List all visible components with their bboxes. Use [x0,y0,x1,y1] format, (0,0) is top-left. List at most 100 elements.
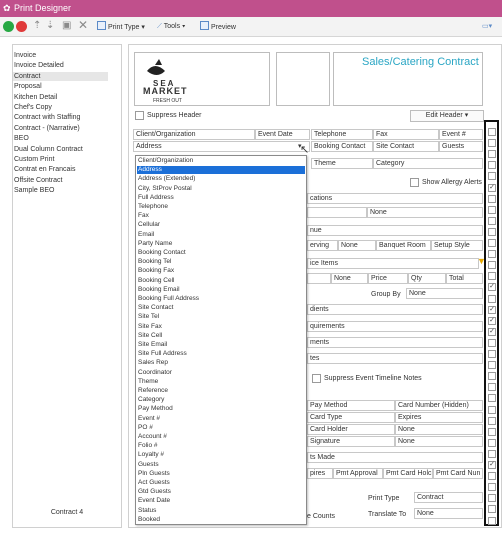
section-locations[interactable]: cations [307,193,483,204]
dropdown-option[interactable]: Theme [137,378,305,386]
dropdown-option[interactable]: Site Tel [137,313,305,321]
field-site-contact[interactable]: Site Contact [373,141,439,152]
field-pmt-card-holder[interactable]: Pmt Card Holc [383,468,433,479]
row-visibility-checkbox[interactable] [488,394,496,403]
row-visibility-checkbox[interactable] [488,172,496,181]
dropdown-option[interactable]: Folio # [137,442,305,450]
row-visibility-checkbox[interactable] [488,205,496,214]
dropdown-option[interactable]: Cellular [137,221,305,229]
template-list-item[interactable]: Proposal [14,82,42,91]
close-icon[interactable]: ✕ [78,19,88,31]
template-list-item[interactable]: Invoice [14,51,36,60]
field-card-number-hidden[interactable]: Card Number (Hidden) [395,400,483,411]
row-visibility-checkbox[interactable]: ✓ [488,305,496,314]
view-menu-button[interactable]: ▭▾ [482,21,492,33]
suppress-timeline-checkbox[interactable] [312,374,321,383]
dropdown-option[interactable]: Booking Tel [137,258,305,266]
dropdown-option[interactable]: Category [137,396,305,404]
template-list-item[interactable]: Contrat en Francais [14,165,75,174]
dropdown-option[interactable]: Booking Fax [137,267,305,275]
field-locations-none[interactable]: None [367,207,483,218]
field-card-holder-none[interactable]: None [395,424,483,435]
dropdown-option[interactable]: Party Name [137,240,305,248]
dropdown-option[interactable]: Loyalty # [137,451,305,459]
dropdown-option[interactable]: Booking Contact [137,249,305,257]
field-event-date[interactable]: Event Date [255,129,310,140]
template-list-item[interactable]: Contract with Staffing [14,113,80,122]
dropdown-option[interactable]: Event Date [137,497,305,505]
field-pmt-expires[interactable]: pires [307,468,333,479]
field-event-number[interactable]: Event # [439,129,483,140]
row-visibility-checkbox[interactable] [488,227,496,236]
preview-button[interactable]: Preview [200,21,236,34]
move-down-icon[interactable]: ⇣ [46,20,54,32]
row-visibility-checkbox[interactable]: ✓ [488,283,496,292]
dropdown-option[interactable]: Email [137,231,305,239]
row-visibility-checkbox[interactable] [488,494,496,503]
section-notes[interactable]: tes [307,353,483,364]
save-icon[interactable]: ▣ [62,20,71,32]
section-payments-made[interactable]: ts Made [307,452,483,463]
dropdown-option[interactable]: Full Address [137,194,305,202]
dropdown-option[interactable]: Booking Email [137,286,305,294]
field-total[interactable]: Total [446,273,483,284]
row-visibility-checkbox[interactable] [488,338,496,347]
row-visibility-checkbox[interactable]: ✓ [488,327,496,336]
row-visibility-checkbox[interactable] [488,372,496,381]
field-theme[interactable]: Theme [311,158,373,169]
dropdown-option[interactable]: Pln Guests [137,470,305,478]
row-visibility-checkbox[interactable] [488,128,496,136]
template-list-item[interactable]: Custom Print [14,155,54,164]
row-visibility-checkbox[interactable] [488,239,496,247]
row-visibility-checkbox[interactable] [488,161,496,170]
remove-icon[interactable] [16,21,27,32]
edit-header-button[interactable]: Edit Header ▾ [410,110,484,122]
row-visibility-checkbox[interactable] [488,150,496,159]
dropdown-option[interactable]: Booking Full Address [137,295,305,303]
row-visibility-checkbox[interactable] [488,194,496,203]
row-visibility-checkbox[interactable] [488,261,496,270]
address-dropdown-list[interactable]: Client/Organization Address Address (Exten… [135,155,307,525]
tools-button[interactable]: ⟋ Tools ▾ [157,21,185,33]
section-invoice-items[interactable]: ice Items [307,258,479,269]
row-visibility-checkbox[interactable]: ✓ [488,183,496,192]
template-list-item[interactable]: BEO [14,134,29,143]
template-list-item[interactable]: Offsite Contract [14,176,63,185]
dropdown-option[interactable]: Pay Method [137,405,305,413]
row-visibility-checkbox[interactable] [488,427,496,436]
dropdown-option[interactable]: Site Cell [137,332,305,340]
move-up-icon[interactable]: ⇡ [33,20,41,32]
row-visibility-checkbox[interactable] [488,472,496,481]
field-pay-method[interactable]: Pay Method [307,400,395,411]
row-visibility-checkbox[interactable] [488,139,496,148]
dropdown-option[interactable]: Booked [137,516,305,524]
template-list-item[interactable]: Contract - (Narrative) [14,124,80,133]
field-invoice-blank[interactable] [307,273,331,284]
field-category[interactable]: Category [373,158,483,169]
row-visibility-checkbox[interactable]: ✓ [488,316,496,325]
template-list-item[interactable]: Invoice Detailed [14,61,64,70]
field-card-type[interactable]: Card Type [307,412,395,423]
field-pmt-approval[interactable]: Pmt Approval [333,468,383,479]
field-fax[interactable]: Fax [373,129,439,140]
dropdown-option[interactable]: Reference [137,387,305,395]
field-invoice-none[interactable]: None [331,273,368,284]
row-visibility-checkbox[interactable] [488,294,496,303]
dropdown-option[interactable]: Act Guests [137,479,305,487]
field-serving-none[interactable]: None [338,240,376,251]
field-pmt-card-number[interactable]: Pmt Card Nun [433,468,483,479]
template-list-item[interactable]: Dual Column Contract [14,145,83,154]
field-card-holder[interactable]: Card Holder [307,424,395,435]
dropdown-option[interactable]: Site Contact [137,304,305,312]
dropdown-option[interactable]: Site Email [137,341,305,349]
dropdown-option[interactable]: Telephone [137,203,305,211]
row-visibility-checkbox[interactable] [488,350,496,358]
template-list-item[interactable]: Sample BEO [14,186,54,195]
row-visibility-checkbox[interactable] [488,483,496,492]
field-signature-none[interactable]: None [395,436,483,447]
row-visibility-checkbox[interactable] [488,250,496,259]
field-client-org[interactable]: Client/Organization [133,129,255,140]
dropdown-option[interactable]: City, StProv Postal [137,185,305,193]
field-banquet-room[interactable]: Banquet Room [376,240,431,251]
field-locations-blank[interactable] [307,207,367,218]
